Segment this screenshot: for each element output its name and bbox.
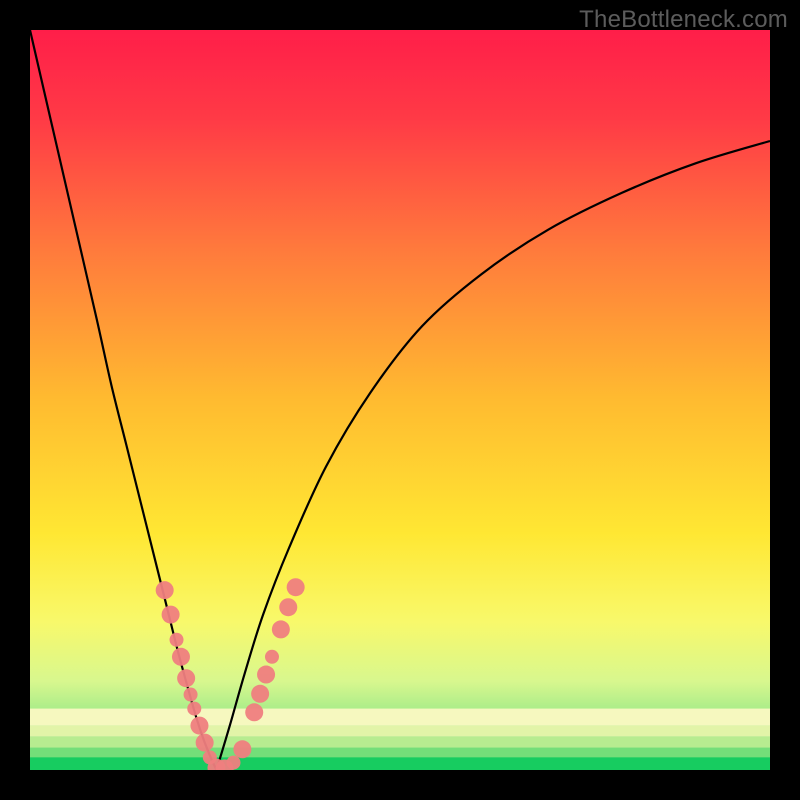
data-marker xyxy=(227,756,241,770)
data-marker xyxy=(287,578,305,596)
watermark-text: TheBottleneck.com xyxy=(579,6,788,34)
chart-frame: TheBottleneck.com xyxy=(0,0,800,800)
data-marker xyxy=(170,633,184,647)
data-marker xyxy=(162,606,180,624)
data-marker xyxy=(190,717,208,735)
data-marker xyxy=(245,703,263,721)
data-marker xyxy=(177,669,195,687)
data-marker xyxy=(172,648,190,666)
data-marker xyxy=(156,581,174,599)
data-marker xyxy=(184,688,198,702)
data-marker xyxy=(233,740,251,758)
data-marker xyxy=(265,650,279,664)
data-marker xyxy=(196,734,214,752)
data-marker xyxy=(257,666,275,684)
data-marker xyxy=(251,685,269,703)
data-marker xyxy=(279,598,297,616)
data-marker xyxy=(272,620,290,638)
data-marker xyxy=(187,702,201,716)
marker-layer xyxy=(30,30,770,770)
plot-area xyxy=(30,30,770,770)
